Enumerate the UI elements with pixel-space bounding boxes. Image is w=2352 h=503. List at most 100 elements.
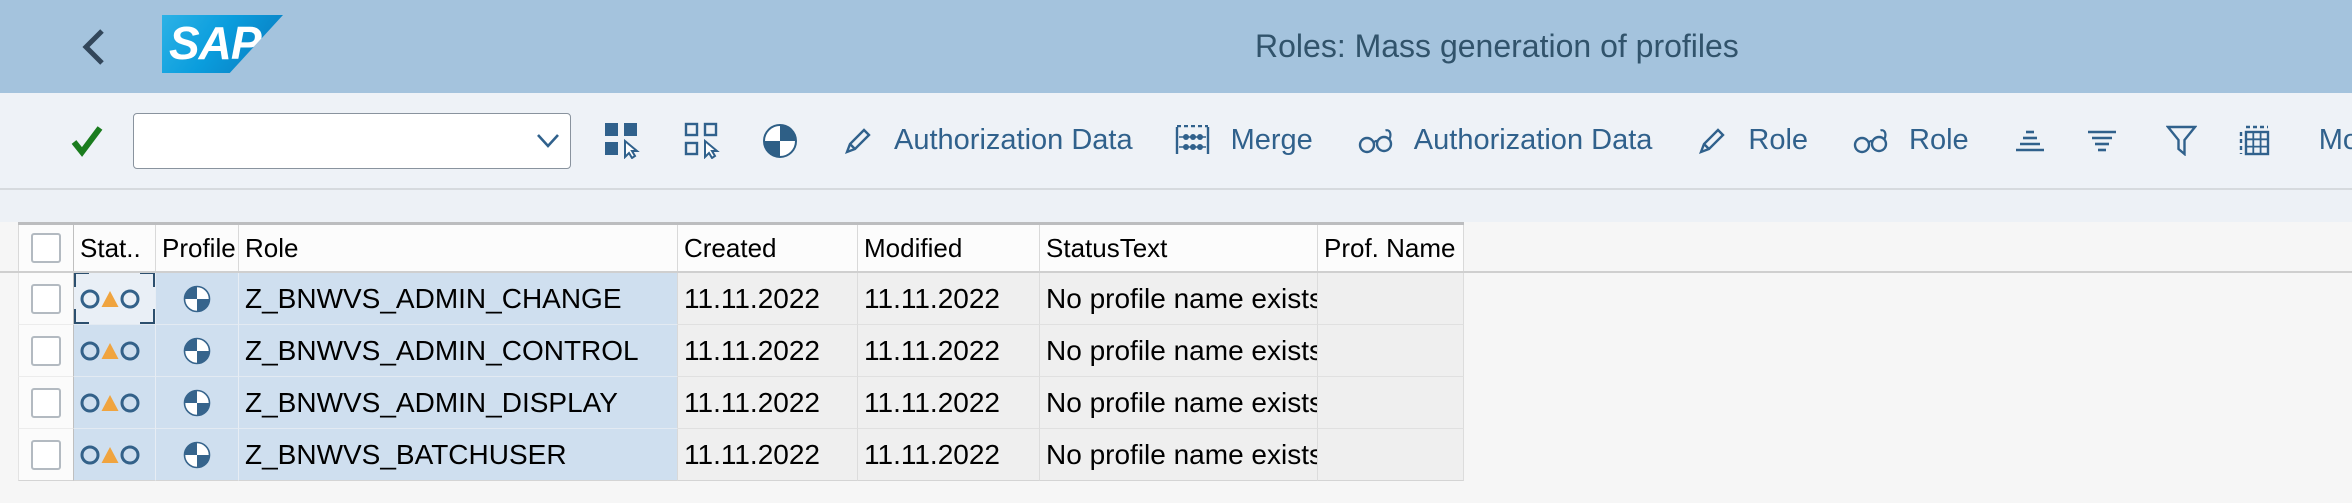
- application-toolbar: Authorization Data Merge Authorization D…: [0, 93, 2352, 190]
- command-input[interactable]: [144, 118, 528, 164]
- profile-cell[interactable]: [156, 377, 239, 429]
- created-cell[interactable]: 11.11.2022: [678, 429, 858, 481]
- row-checkbox[interactable]: [31, 388, 61, 418]
- generate-harvey-ball-icon: [762, 123, 798, 159]
- status-cell[interactable]: [74, 429, 156, 481]
- row-filler: [1464, 325, 2352, 377]
- profile-harvey-ball-icon: [183, 389, 211, 417]
- row-checkbox[interactable]: [31, 440, 61, 470]
- filter-funnel-icon: [2166, 125, 2197, 156]
- header-role[interactable]: Role: [239, 225, 678, 271]
- select-all-checkbox[interactable]: [31, 233, 61, 263]
- profile-cell[interactable]: [156, 325, 239, 377]
- profile-cell[interactable]: [156, 273, 239, 325]
- row-checkbox[interactable]: [31, 284, 61, 314]
- pencil-icon: [1698, 126, 1727, 155]
- table-header-row: Stat.. Profile Role Created Modified Sta…: [0, 225, 2352, 273]
- command-field[interactable]: [133, 113, 571, 169]
- merge-button[interactable]: Merge: [1175, 124, 1313, 157]
- enter-button[interactable]: [70, 125, 104, 157]
- status-text-cell[interactable]: No profile name exists: [1040, 377, 1318, 429]
- table-settings-button[interactable]: [2239, 125, 2270, 156]
- profile-harvey-ball-icon: [183, 337, 211, 365]
- header-profile[interactable]: Profile: [156, 225, 239, 271]
- role-cell[interactable]: Z_BNWVS_ADMIN_DISPLAY: [239, 377, 678, 429]
- sort-descending-icon: [2087, 129, 2117, 153]
- sort-ascending-button[interactable]: [2015, 129, 2045, 153]
- status-cell[interactable]: [74, 325, 156, 377]
- header-modified[interactable]: Modified: [858, 225, 1040, 271]
- page-title: Roles: Mass generation of profiles: [1255, 0, 1739, 93]
- chevron-left-icon: [81, 27, 107, 67]
- display-authorization-data-button[interactable]: Authorization Data: [1358, 124, 1653, 157]
- status-lights-icon: [80, 287, 140, 311]
- status-lights-icon: [80, 391, 140, 415]
- prof-name-cell[interactable]: [1318, 429, 1464, 481]
- header-status[interactable]: Stat..: [74, 225, 156, 271]
- status-text-cell[interactable]: No profile name exists: [1040, 273, 1318, 325]
- status-cell[interactable]: [74, 377, 156, 429]
- header-prof-name[interactable]: Prof. Name: [1318, 225, 1464, 271]
- row-select-cell[interactable]: [18, 273, 74, 325]
- role-cell[interactable]: Z_BNWVS_ADMIN_CONTROL: [239, 325, 678, 377]
- row-checkbox[interactable]: [31, 336, 61, 366]
- edit-authorization-data-label: Authorization Data: [894, 124, 1133, 157]
- more-label: More: [2319, 124, 2352, 157]
- row-select-cell[interactable]: [18, 377, 74, 429]
- table-row: Z_BNWVS_BATCHUSER 11.11.2022 11.11.2022 …: [0, 429, 2352, 481]
- status-lights-icon: [80, 443, 140, 467]
- role-cell[interactable]: Z_BNWVS_BATCHUSER: [239, 429, 678, 481]
- generate-button[interactable]: [762, 123, 798, 159]
- chevron-down-icon[interactable]: [534, 128, 562, 152]
- prof-name-cell[interactable]: [1318, 377, 1464, 429]
- table-row: Z_BNWVS_ADMIN_CHANGE 11.11.2022 11.11.20…: [0, 273, 2352, 325]
- row-select-cell[interactable]: [18, 325, 74, 377]
- glasses-icon: [1853, 127, 1888, 154]
- created-cell[interactable]: 11.11.2022: [678, 377, 858, 429]
- focus-corner: [140, 309, 156, 325]
- header-filler: [1464, 225, 2352, 271]
- profile-cell[interactable]: [156, 429, 239, 481]
- select-all-icon: [604, 122, 641, 159]
- deselect-all-button[interactable]: [684, 122, 721, 159]
- row-filler: [1464, 377, 2352, 429]
- display-role-button[interactable]: Role: [1853, 124, 1969, 157]
- sap-logo: SAP: [162, 15, 283, 73]
- modified-cell[interactable]: 11.11.2022: [858, 325, 1040, 377]
- header-created[interactable]: Created: [678, 225, 858, 271]
- back-button[interactable]: [74, 24, 114, 70]
- row-select-cell[interactable]: [18, 429, 74, 481]
- edit-role-button[interactable]: Role: [1698, 124, 1808, 157]
- status-text-cell[interactable]: No profile name exists: [1040, 325, 1318, 377]
- modified-cell[interactable]: 11.11.2022: [858, 273, 1040, 325]
- prof-name-cell[interactable]: [1318, 325, 1464, 377]
- deselect-all-icon: [684, 122, 721, 159]
- filter-button[interactable]: [2166, 125, 2197, 156]
- role-cell[interactable]: Z_BNWVS_ADMIN_CHANGE: [239, 273, 678, 325]
- created-cell[interactable]: 11.11.2022: [678, 325, 858, 377]
- created-cell[interactable]: 11.11.2022: [678, 273, 858, 325]
- select-all-button[interactable]: [604, 122, 641, 159]
- status-lights-icon: [80, 339, 140, 363]
- edit-role-label: Role: [1748, 124, 1808, 157]
- merge-label: Merge: [1231, 124, 1313, 157]
- sort-ascending-icon: [2015, 129, 2045, 153]
- table-grid-icon: [2239, 125, 2270, 156]
- status-text-cell[interactable]: No profile name exists: [1040, 429, 1318, 481]
- prof-name-cell[interactable]: [1318, 273, 1464, 325]
- row-filler: [1464, 429, 2352, 481]
- modified-cell[interactable]: 11.11.2022: [858, 429, 1040, 481]
- display-role-label: Role: [1909, 124, 1969, 157]
- sort-descending-button[interactable]: [2087, 129, 2117, 153]
- glasses-icon: [1358, 127, 1393, 154]
- display-authorization-data-label: Authorization Data: [1414, 124, 1653, 157]
- modified-cell[interactable]: 11.11.2022: [858, 377, 1040, 429]
- header-select-all-cell[interactable]: [18, 225, 74, 271]
- header-status-text[interactable]: StatusText: [1040, 225, 1318, 271]
- top-bar: SAP Roles: Mass generation of profiles: [0, 0, 2352, 93]
- check-icon: [70, 125, 104, 157]
- status-cell[interactable]: [74, 273, 156, 325]
- edit-authorization-data-button[interactable]: Authorization Data: [844, 124, 1133, 157]
- more-button[interactable]: More: [2319, 124, 2352, 157]
- focus-corner: [74, 309, 89, 325]
